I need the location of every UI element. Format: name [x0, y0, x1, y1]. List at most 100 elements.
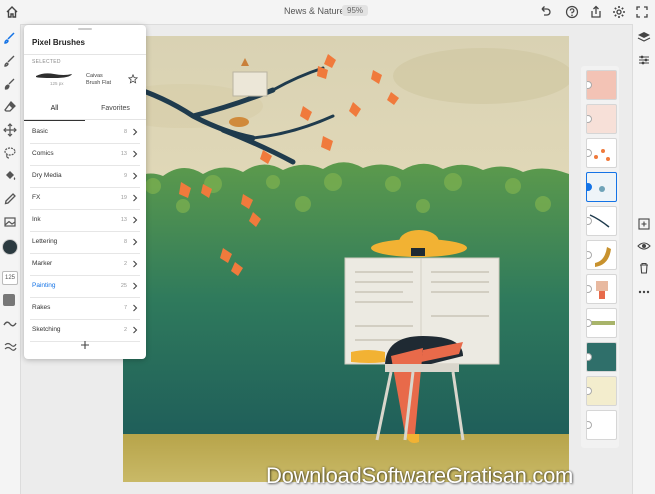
layer-thumbnail[interactable] — [586, 308, 617, 338]
selected-brush-name: Caivas Brush Flat — [86, 73, 126, 87]
category-name: Comics — [32, 150, 54, 157]
category-comics[interactable]: Comics 13 — [30, 144, 140, 166]
layer-thumbnail[interactable] — [586, 376, 617, 406]
category-count: 8 — [123, 239, 127, 245]
panel-title: Pixel Brushes — [32, 38, 85, 47]
left-toolbar: 125 — [0, 24, 21, 494]
panel-drag-handle[interactable] — [78, 28, 92, 30]
layers-panel — [581, 66, 619, 448]
layer-thumbnail-selected[interactable] — [586, 172, 617, 202]
color-picker-swatch[interactable] — [2, 239, 18, 255]
layer-properties-icon[interactable] — [636, 52, 652, 68]
category-count: 2 — [123, 261, 127, 267]
layers-icon[interactable] — [636, 29, 652, 45]
add-layer-icon[interactable] — [636, 216, 652, 232]
chevron-right-icon — [131, 281, 139, 291]
category-name: Basic — [32, 128, 48, 135]
category-name: Rakes — [32, 304, 51, 311]
move-icon[interactable] — [2, 122, 18, 138]
top-bar: News & Nature 95% — [0, 0, 655, 25]
watermark-text: DownloadSoftwareGratisan.com — [266, 463, 574, 488]
layer-thumbnail[interactable] — [586, 342, 617, 372]
divider — [24, 119, 146, 120]
layer-thumbnail[interactable] — [586, 70, 617, 100]
category-painting[interactable]: Painting 25 — [30, 276, 140, 298]
add-brush-icon[interactable] — [79, 339, 91, 351]
help-icon[interactable] — [564, 4, 580, 20]
artwork-illustration — [123, 36, 569, 482]
category-name: Lettering — [32, 238, 58, 245]
artwork-canvas[interactable] — [123, 36, 569, 482]
undo-icon[interactable] — [537, 4, 553, 20]
share-icon[interactable] — [588, 4, 604, 20]
zoom-level[interactable]: 95% — [342, 5, 369, 16]
tab-all[interactable]: All — [24, 101, 85, 121]
eyedropper-icon[interactable] — [2, 191, 18, 207]
layer-visibility-toggle[interactable] — [587, 115, 592, 123]
layer-thumbnail[interactable] — [586, 274, 617, 304]
category-name: Painting — [32, 282, 56, 289]
category-dry-media[interactable]: Dry Media 9 — [30, 166, 140, 188]
fullscreen-icon[interactable] — [634, 4, 650, 20]
visibility-icon[interactable] — [636, 238, 652, 254]
category-lettering[interactable]: Lettering 8 — [30, 232, 140, 254]
brush-panel: Pixel Brushes SELECTED 125 px Caivas Bru… — [24, 25, 146, 359]
brush-size-control[interactable]: 125 — [2, 271, 18, 285]
category-count: 7 — [123, 305, 127, 311]
layer-visibility-toggle[interactable] — [587, 81, 592, 89]
layer-visibility-toggle[interactable] — [587, 421, 592, 429]
pixel-brush-icon[interactable] — [2, 30, 18, 46]
chevron-right-icon — [131, 325, 139, 335]
chevron-right-icon — [131, 259, 139, 269]
layer-thumbnail[interactable] — [586, 138, 617, 168]
brush-name-line2: Brush Flat — [86, 80, 112, 86]
divider — [24, 54, 146, 55]
layer-visibility-toggle[interactable] — [587, 387, 592, 395]
brush-name-line1: Caivas — [86, 73, 103, 79]
layer-thumbnail[interactable] — [586, 240, 617, 270]
category-name: Dry Media — [32, 172, 62, 179]
brush-settings-icon[interactable] — [2, 316, 18, 332]
more-icon[interactable] — [636, 284, 652, 300]
eraser-icon[interactable] — [2, 99, 18, 115]
layer-visibility-toggle[interactable] — [587, 353, 592, 361]
image-icon[interactable] — [2, 214, 18, 230]
tab-favorites[interactable]: Favorites — [85, 101, 146, 119]
home-icon[interactable] — [4, 4, 20, 20]
selected-label: SELECTED — [32, 59, 61, 65]
layer-thumbnail[interactable] — [586, 206, 617, 236]
selected-brush-preview[interactable] — [34, 67, 74, 78]
category-count: 9 — [123, 173, 127, 179]
category-count: 8 — [123, 129, 127, 135]
chevron-right-icon — [131, 171, 139, 181]
chevron-right-icon — [131, 149, 139, 159]
opacity-control[interactable] — [3, 294, 15, 306]
category-name: FX — [32, 194, 41, 201]
lasso-icon[interactable] — [2, 145, 18, 161]
layer-thumbnail[interactable] — [586, 410, 617, 440]
category-marker[interactable]: Marker 2 — [30, 254, 140, 276]
fill-bucket-icon[interactable] — [2, 168, 18, 184]
document-title[interactable]: News & Nature — [284, 6, 345, 16]
right-toolbar — [632, 24, 655, 494]
brush-tabs: All Favorites — [24, 101, 146, 121]
brush-adjust-icon[interactable] — [2, 339, 18, 355]
category-name: Marker — [32, 260, 53, 267]
category-fx[interactable]: FX 19 — [30, 188, 140, 210]
chevron-right-icon — [131, 303, 139, 313]
gear-icon[interactable] — [611, 4, 627, 20]
category-ink[interactable]: Ink 13 — [30, 210, 140, 232]
chevron-right-icon — [131, 237, 139, 247]
layer-thumbnail[interactable] — [586, 104, 617, 134]
category-count: 13 — [120, 151, 127, 157]
vector-brush-icon[interactable] — [2, 76, 18, 92]
live-brush-icon[interactable] — [2, 53, 18, 69]
favorite-star-icon[interactable] — [128, 74, 138, 84]
category-count: 13 — [120, 217, 127, 223]
category-basic[interactable]: Basic 8 — [30, 122, 140, 144]
selected-brush-size: 125 px — [50, 81, 64, 86]
chevron-right-icon — [131, 193, 139, 203]
delete-icon[interactable] — [636, 260, 652, 276]
category-count: 19 — [120, 195, 127, 201]
category-rakes[interactable]: Rakes 7 — [30, 298, 140, 320]
